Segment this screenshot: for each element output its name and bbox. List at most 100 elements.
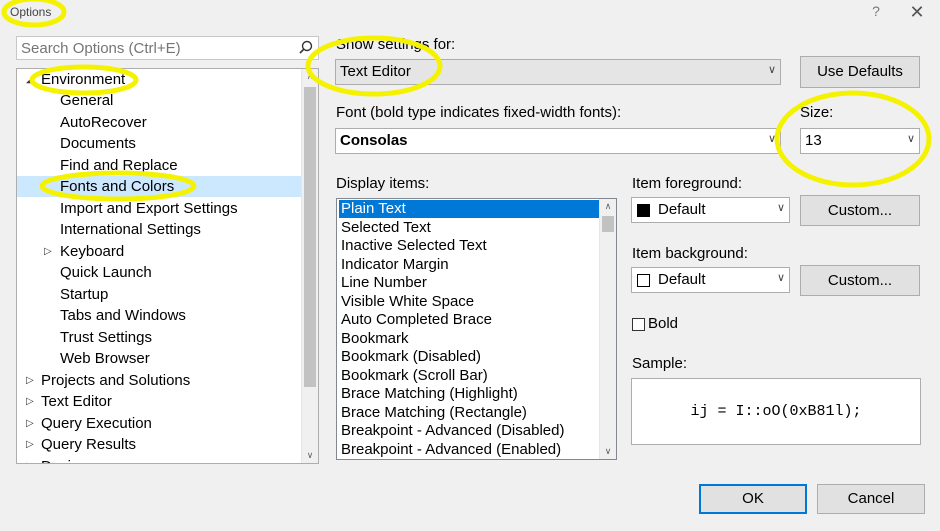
tree-item-query-results[interactable]: ▷ Query Results (17, 434, 301, 455)
font-dropdown[interactable]: Consolas ∨ (335, 128, 781, 154)
sample-label: Sample: (632, 355, 688, 372)
scrollbar-thumb[interactable] (304, 87, 316, 387)
display-items-scrollbar[interactable]: ∧ ∨ (599, 199, 616, 459)
tree-item-label: Query Results (41, 436, 137, 453)
size-value: 13 (805, 132, 822, 149)
help-button[interactable]: ? (866, 3, 886, 23)
list-item[interactable]: Indicator Margin (339, 256, 599, 274)
options-tree[interactable]: ◢ Environment General AutoRecover Docume… (16, 68, 319, 464)
font-value: Consolas (340, 132, 408, 149)
expand-arrow-icon[interactable]: ▷ (26, 370, 34, 391)
close-button[interactable]: ✕ (905, 2, 929, 24)
font-label: Font (bold type indicates fixed-width fo… (336, 104, 622, 121)
size-dropdown[interactable]: 13 ∨ (800, 128, 920, 154)
item-foreground-label: Item foreground: (632, 175, 743, 192)
expand-arrow-icon[interactable]: ▷ (26, 413, 34, 434)
list-item[interactable]: Brace Matching (Highlight) (339, 385, 599, 403)
item-foreground-dropdown[interactable]: Default ∨ (631, 197, 790, 223)
list-item[interactable]: Inactive Selected Text (339, 237, 599, 255)
list-item[interactable]: Breakpoint - Advanced (Disabled) (339, 422, 599, 440)
tree-item-label: Startup (60, 286, 109, 303)
tree-item-environment[interactable]: ◢ Environment (17, 69, 301, 90)
scroll-up-icon[interactable]: ∧ (600, 201, 616, 212)
foreground-custom-button[interactable]: Custom... (800, 195, 920, 226)
tree-item-label: Designers (41, 456, 109, 463)
size-label: Size: (800, 104, 834, 121)
search-input[interactable] (17, 37, 295, 59)
list-item[interactable]: Breakpoint - Advanced (Enabled) (339, 441, 599, 459)
tree-item-label: Import and Export Settings (60, 200, 238, 217)
scrollbar-thumb[interactable] (602, 216, 614, 232)
background-custom-button[interactable]: Custom... (800, 265, 920, 296)
scroll-down-icon[interactable]: ∨ (600, 446, 616, 457)
tree-item-documents[interactable]: Documents (17, 133, 301, 154)
tree-item-label: Quick Launch (60, 264, 152, 281)
tree-item-label: AutoRecover (60, 114, 147, 131)
show-settings-dropdown[interactable]: Text Editor ∨ (335, 59, 781, 85)
search-box[interactable] (16, 36, 319, 60)
tree-item-keyboard[interactable]: ▷ Keyboard (17, 241, 301, 262)
tree-item-fonts-and-colors[interactable]: Fonts and Colors (17, 176, 301, 197)
expand-arrow-icon[interactable]: ▷ (44, 241, 52, 262)
show-settings-value: Text Editor (340, 63, 411, 80)
chevron-down-icon: ∨ (767, 133, 776, 145)
list-item[interactable]: Brace Matching (Rectangle) (339, 404, 599, 422)
tree-item-autorecover[interactable]: AutoRecover (17, 112, 301, 133)
tree-item-text-editor[interactable]: ▷ Text Editor (17, 391, 301, 412)
display-items-list[interactable]: Plain Text Selected Text Inactive Select… (336, 198, 617, 460)
expand-arrow-icon[interactable]: ▷ (26, 434, 34, 455)
tree-item-label: Projects and Solutions (41, 372, 191, 389)
list-item[interactable]: Bookmark (Scroll Bar) (339, 367, 599, 385)
tree-item-tabs-and-windows[interactable]: Tabs and Windows (17, 305, 301, 326)
list-item[interactable]: Bookmark (339, 330, 599, 348)
chevron-down-icon: ∨ (776, 202, 785, 214)
expand-arrow-icon[interactable]: ▷ (26, 391, 34, 412)
item-background-value: Default (658, 271, 706, 288)
tree-item-quick-launch[interactable]: Quick Launch (17, 262, 301, 283)
tree-item-projects-and-solutions[interactable]: ▷ Projects and Solutions (17, 370, 301, 391)
chevron-down-icon: ∨ (906, 133, 915, 145)
item-background-dropdown[interactable]: Default ∨ (631, 267, 790, 293)
tree-item-label: Keyboard (60, 243, 125, 260)
tree-item-query-execution[interactable]: ▷ Query Execution (17, 413, 301, 434)
tree-scrollbar[interactable]: ∧ ∨ (301, 69, 318, 463)
item-foreground-value: Default (658, 201, 706, 218)
tree-item-label: Query Execution (41, 415, 152, 432)
tree-item-general[interactable]: General (17, 90, 301, 111)
tree-item-label: Web Browser (60, 350, 150, 367)
expand-arrow-icon[interactable]: ▷ (26, 456, 34, 463)
use-defaults-button[interactable]: Use Defaults (800, 56, 920, 88)
tree-item-designers[interactable]: ▷ Designers (17, 456, 301, 463)
tree-item-label: Tabs and Windows (60, 307, 186, 324)
tree-item-import-export-settings[interactable]: Import and Export Settings (17, 198, 301, 219)
chevron-down-icon: ∨ (776, 272, 785, 284)
tree-item-label: Text Editor (41, 393, 112, 410)
cancel-button[interactable]: Cancel (817, 484, 925, 514)
search-icon[interactable] (298, 39, 314, 57)
chevron-down-icon: ∨ (767, 64, 776, 76)
list-item[interactable]: Visible White Space (339, 293, 599, 311)
ok-button[interactable]: OK (699, 484, 807, 514)
tree-item-label: Environment (41, 71, 126, 88)
list-item[interactable]: Auto Completed Brace (339, 311, 599, 329)
list-item[interactable]: Line Number (339, 274, 599, 292)
tree-item-label: Fonts and Colors (60, 178, 175, 195)
tree-item-label: Trust Settings (60, 329, 152, 346)
tree-item-find-and-replace[interactable]: Find and Replace (17, 155, 301, 176)
scroll-down-icon[interactable]: ∨ (302, 450, 318, 461)
list-item[interactable]: Bookmark (Disabled) (339, 348, 599, 366)
color-swatch-icon (637, 204, 650, 217)
tree-item-label: General (60, 92, 114, 109)
tree-item-startup[interactable]: Startup (17, 284, 301, 305)
tree-item-trust-settings[interactable]: Trust Settings (17, 327, 301, 348)
collapse-arrow-icon[interactable]: ◢ (26, 69, 34, 90)
bold-checkbox[interactable] (632, 318, 645, 331)
title-bar: Options ? ✕ (0, 0, 940, 28)
display-items-label: Display items: (336, 175, 430, 192)
list-item[interactable]: Plain Text (339, 200, 599, 218)
list-item[interactable]: Selected Text (339, 219, 599, 237)
scroll-up-icon[interactable]: ∧ (302, 71, 318, 82)
tree-item-web-browser[interactable]: Web Browser (17, 348, 301, 369)
tree-item-international-settings[interactable]: International Settings (17, 219, 301, 240)
item-background-label: Item background: (632, 245, 748, 262)
